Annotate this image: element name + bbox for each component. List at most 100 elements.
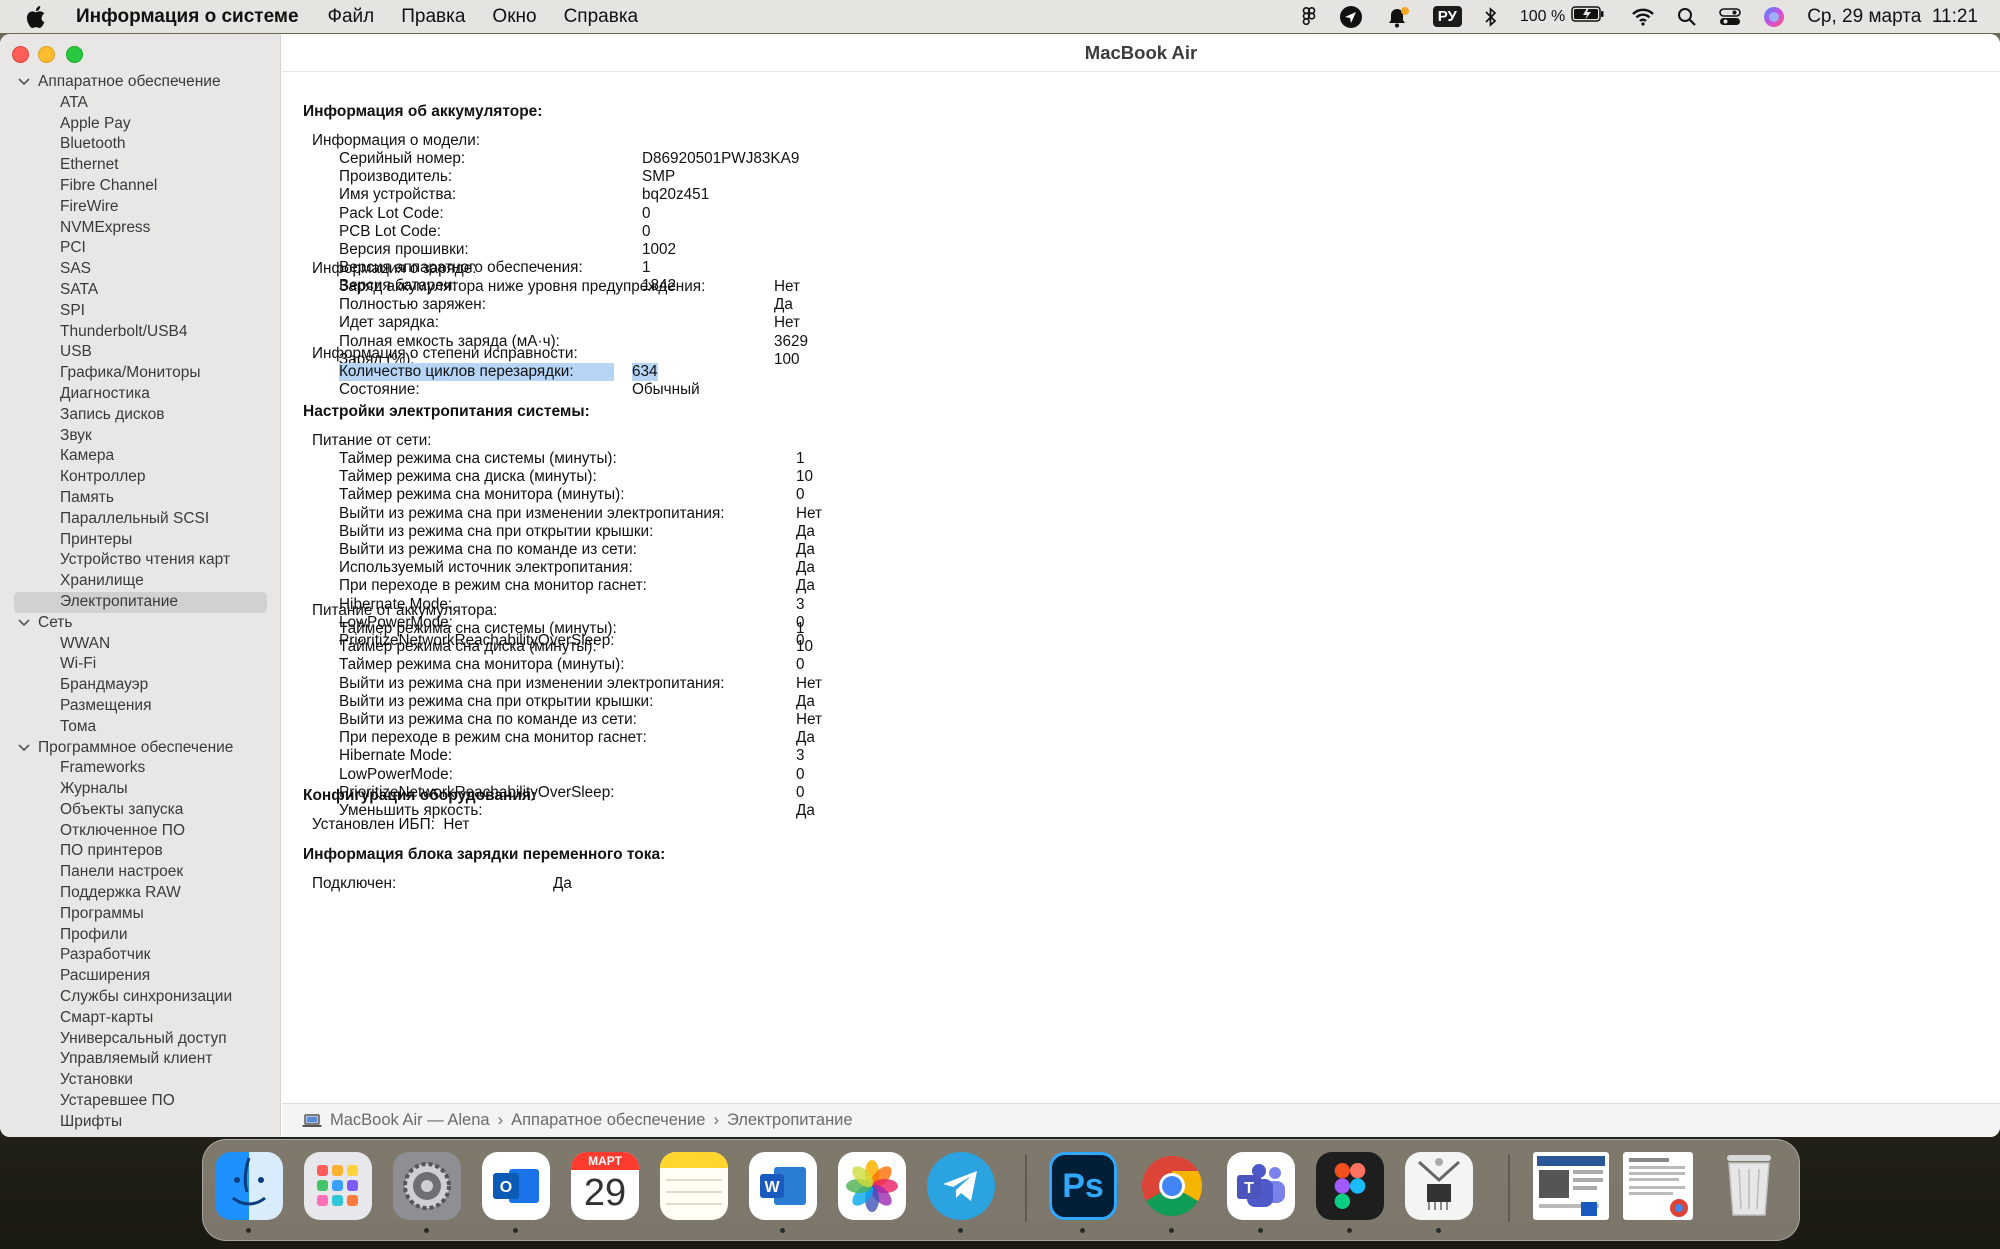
sidebar-item[interactable]: Frameworks [0, 758, 281, 779]
sidebar-item[interactable]: Электропитание [14, 591, 267, 613]
trash-icon[interactable] [1715, 1152, 1783, 1220]
sidebar-item[interactable]: Брандмауэр [0, 675, 281, 696]
wifi-icon[interactable] [1631, 8, 1655, 26]
sidebar-item[interactable]: Отключенное ПО [0, 821, 281, 842]
system-information-icon[interactable] [1405, 1152, 1473, 1220]
sidebar-item[interactable]: Службы синхронизации [0, 987, 281, 1008]
menu-edit[interactable]: Правка [401, 6, 465, 28]
menu-file[interactable]: Файл [328, 6, 375, 28]
bluetooth-icon[interactable] [1484, 6, 1498, 28]
sidebar-item[interactable]: ATA [0, 93, 281, 114]
photoshop-icon[interactable]: Ps [1049, 1152, 1117, 1220]
sidebar-group[interactable]: Аппаратное обеспечение [0, 72, 281, 93]
notification-bell-icon[interactable] [1385, 5, 1411, 29]
sidebar-item[interactable]: Устаревшее ПО [0, 1091, 281, 1112]
chevron-down-icon[interactable] [18, 744, 30, 752]
report-label: Версия прошивки: [339, 241, 469, 258]
sidebar-item[interactable]: Тома [0, 717, 281, 738]
app-menu[interactable]: Информация о системе [76, 6, 299, 28]
report-label: Состояние: [339, 381, 420, 399]
sidebar-item[interactable]: Принтеры [0, 530, 281, 551]
path-computer[interactable]: MacBook Air — Alena [330, 1111, 490, 1130]
figma-icon[interactable] [1316, 1152, 1384, 1220]
finder-icon[interactable] [215, 1152, 283, 1220]
spotlight-search-icon[interactable] [1677, 7, 1697, 27]
apple-logo-icon[interactable] [26, 5, 56, 28]
sidebar-item[interactable]: Wi-Fi [0, 654, 281, 675]
system-settings-icon[interactable] [393, 1152, 461, 1220]
outlook-icon[interactable]: O [482, 1152, 550, 1220]
input-source-indicator[interactable]: РУ [1432, 6, 1462, 27]
sidebar-item[interactable]: Bluetooth [0, 134, 281, 155]
sidebar-item[interactable]: PCI [0, 238, 281, 259]
ups-value: Нет [443, 816, 470, 833]
sidebar-item[interactable]: Камера [0, 446, 281, 467]
zoom-window-button[interactable] [66, 46, 83, 63]
sidebar-item[interactable]: Панели настроек [0, 862, 281, 883]
report-label: Производитель: [339, 168, 453, 186]
sidebar-item[interactable]: Хранилище [0, 571, 281, 592]
sidebar-item[interactable]: NVMExpress [0, 218, 281, 239]
word-icon[interactable]: W [749, 1152, 817, 1220]
menu-window[interactable]: Окно [492, 6, 536, 28]
sidebar-item[interactable]: Запись дисков [0, 405, 281, 426]
sidebar-item[interactable]: Расширения [0, 966, 281, 987]
sidebar-group[interactable]: Программное обеспечение [0, 738, 281, 759]
sidebar-item[interactable]: Шрифты [0, 1112, 281, 1133]
sidebar-item[interactable]: ПО принтеров [0, 841, 281, 862]
sidebar-item[interactable]: Смарт-карты [0, 1008, 281, 1029]
close-window-button[interactable] [12, 46, 29, 63]
figma-status-icon[interactable] [1301, 6, 1317, 28]
sidebar-item[interactable]: Объекты запуска [0, 800, 281, 821]
chevron-down-icon[interactable] [18, 78, 30, 86]
teams-icon[interactable]: T [1227, 1152, 1295, 1220]
siri-icon[interactable] [1763, 6, 1785, 28]
path-power[interactable]: Электропитание [727, 1111, 853, 1130]
notes-icon[interactable] [660, 1152, 728, 1220]
calendar-icon[interactable]: МАРТ 29 [571, 1152, 639, 1220]
sidebar-item[interactable]: Диагностика [0, 384, 281, 405]
chrome-icon[interactable] [1138, 1152, 1206, 1220]
path-hardware[interactable]: Аппаратное обеспечение [511, 1111, 705, 1130]
menu-help[interactable]: Справка [564, 6, 639, 28]
report-label: Таймер режима сна системы (минуты): [339, 450, 617, 467]
sidebar-item[interactable]: USB [0, 342, 281, 363]
sidebar-item[interactable]: Звук [0, 426, 281, 447]
sidebar-item[interactable]: Профили [0, 925, 281, 946]
sidebar-item[interactable]: Память [0, 488, 281, 509]
sidebar-item[interactable]: Контроллер [0, 467, 281, 488]
sidebar-item[interactable]: Графика/Мониторы [0, 363, 281, 384]
sidebar-item[interactable]: Поддержка RAW [0, 883, 281, 904]
sidebar-item[interactable]: SATA [0, 280, 281, 301]
sidebar-item[interactable]: WWAN [0, 634, 281, 655]
sidebar-item[interactable]: FireWire [0, 197, 281, 218]
sidebar-item[interactable]: Журналы [0, 779, 281, 800]
sidebar-item[interactable]: Fibre Channel [0, 176, 281, 197]
photos-icon[interactable] [838, 1152, 906, 1220]
launchpad-icon[interactable] [304, 1152, 372, 1220]
chevron-down-icon[interactable] [18, 619, 30, 627]
sidebar-item[interactable]: Параллельный SCSI [0, 509, 281, 530]
report-label: Pack Lot Code: [339, 204, 444, 222]
telegram-icon[interactable] [927, 1152, 995, 1220]
sidebar-item[interactable]: Установки [0, 1070, 281, 1091]
control-center-icon[interactable] [1719, 7, 1742, 26]
document-thumbnail-icon[interactable] [1623, 1152, 1693, 1220]
sidebar-item[interactable]: SAS [0, 259, 281, 280]
sidebar-item[interactable]: Thunderbolt/USB4 [0, 322, 281, 343]
document-thumbnail-icon[interactable] [1533, 1152, 1609, 1220]
sidebar-item[interactable]: Устройство чтения карт [0, 550, 281, 571]
menu-clock[interactable]: Ср, 29 марта 11:21 [1807, 6, 1978, 28]
sidebar-item[interactable]: SPI [0, 301, 281, 322]
sidebar-item[interactable]: Универсальный доступ [0, 1029, 281, 1050]
minimize-window-button[interactable] [38, 46, 55, 63]
sidebar-item[interactable]: Apple Pay [0, 114, 281, 135]
sidebar-group[interactable]: Сеть [0, 613, 281, 634]
sidebar-item[interactable]: Программы [0, 904, 281, 925]
location-arrow-icon[interactable] [1339, 5, 1363, 29]
sidebar-item[interactable]: Ethernet [0, 155, 281, 176]
sidebar-item[interactable]: Разработчик [0, 945, 281, 966]
battery-status[interactable]: 100 % [1520, 5, 1605, 28]
sidebar-item[interactable]: Управляемый клиент [0, 1049, 281, 1070]
sidebar-item[interactable]: Размещения [0, 696, 281, 717]
